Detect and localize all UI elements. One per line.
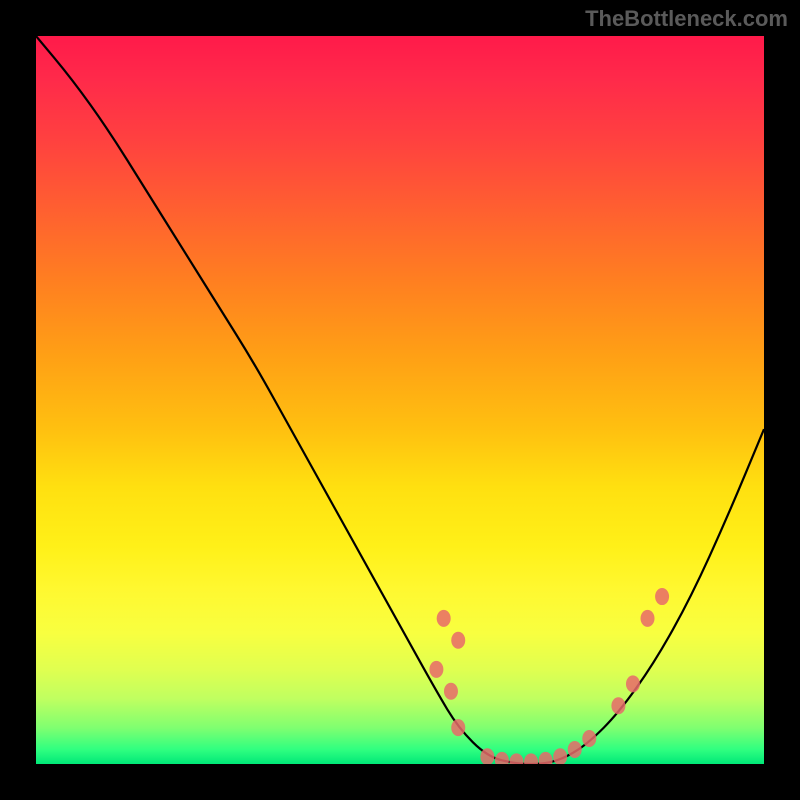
chart-marker	[509, 753, 523, 764]
chart-plot-area	[36, 36, 764, 764]
chart-marker	[437, 610, 451, 627]
chart-marker	[539, 752, 553, 764]
chart-marker	[429, 661, 443, 678]
chart-marker	[495, 752, 509, 764]
chart-marker	[568, 741, 582, 758]
chart-marker	[451, 632, 465, 649]
chart-marker	[451, 719, 465, 736]
chart-marker	[626, 675, 640, 692]
chart-markers	[429, 588, 669, 764]
chart-marker	[655, 588, 669, 605]
chart-marker	[553, 748, 567, 764]
chart-marker	[524, 753, 538, 764]
chart-marker	[582, 730, 596, 747]
chart-marker	[641, 610, 655, 627]
chart-curve-line	[36, 36, 764, 764]
chart-marker	[611, 697, 625, 714]
chart-marker	[444, 683, 458, 700]
watermark-text: TheBottleneck.com	[585, 6, 788, 32]
chart-svg	[36, 36, 764, 764]
